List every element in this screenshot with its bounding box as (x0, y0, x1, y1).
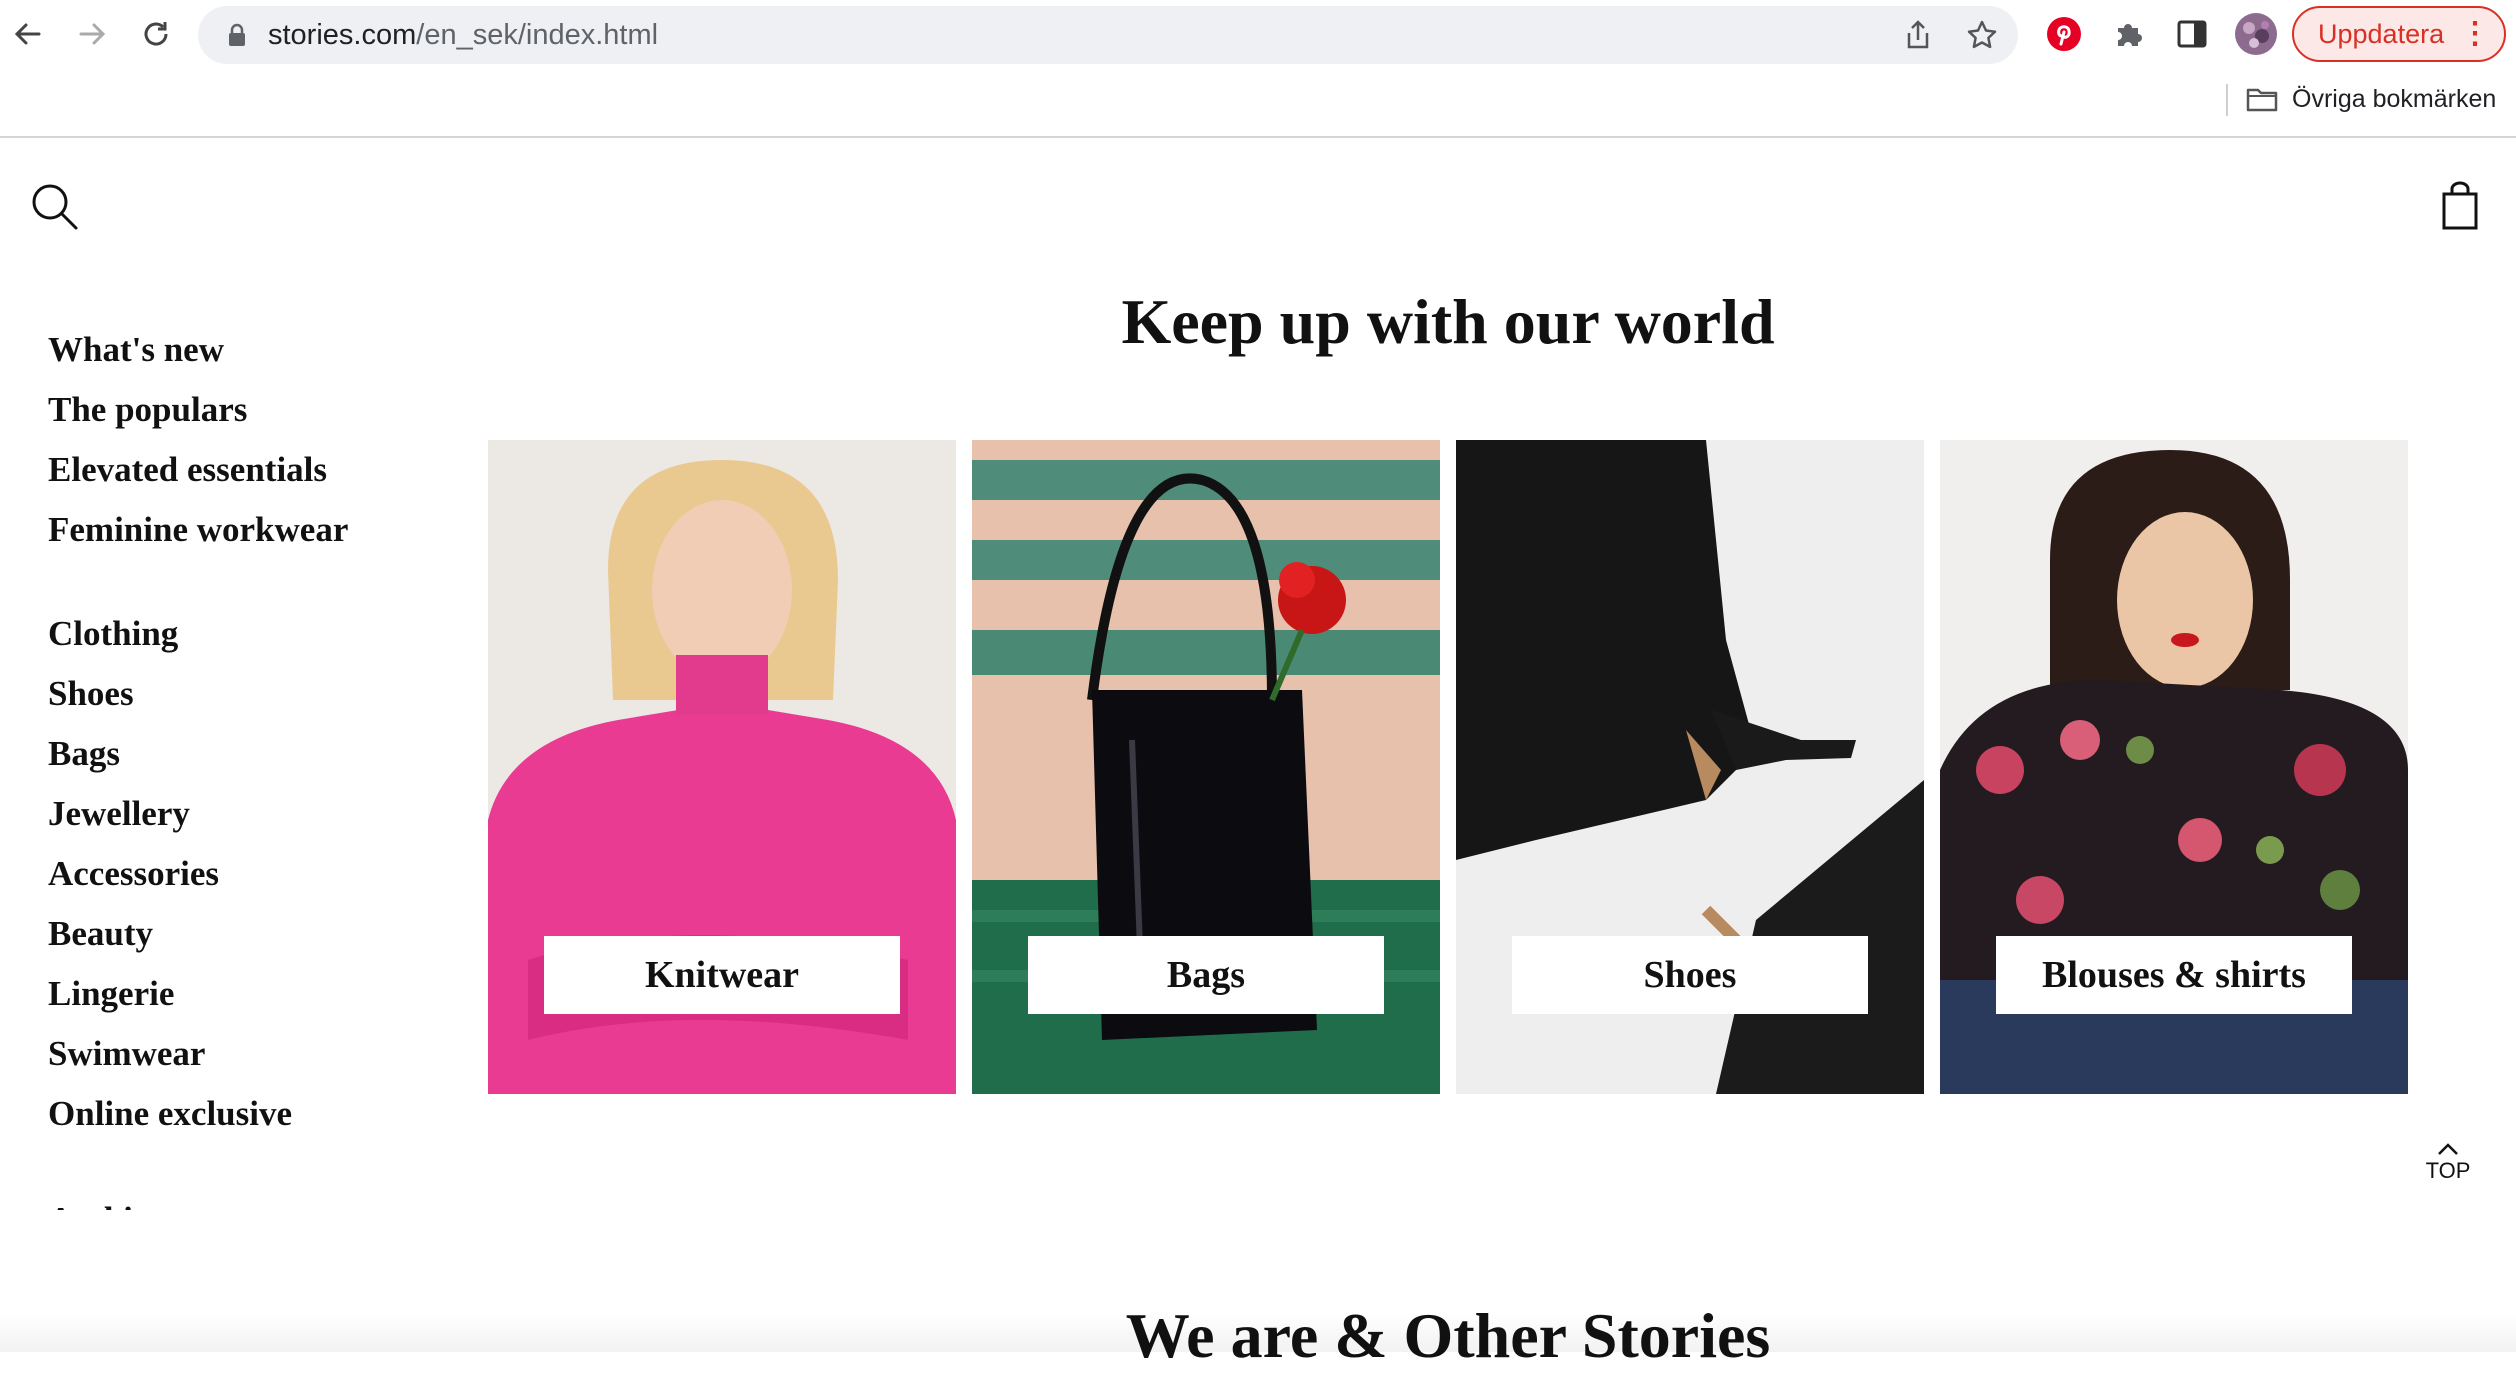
category-card-bags[interactable]: Bags (972, 440, 1440, 1094)
url-text: stories.com/en_sek/index.html (268, 18, 658, 52)
share-button[interactable] (1898, 15, 1938, 55)
nav-elevated-essentials[interactable]: Elevated essentials (48, 440, 408, 500)
blouses-shirts-label[interactable]: Blouses & shirts (1996, 936, 2352, 1014)
back-to-top-button[interactable]: TOP (2416, 1142, 2480, 1184)
folder-icon (2246, 88, 2278, 112)
nav-divider (48, 560, 408, 604)
bags-label[interactable]: Bags (1028, 936, 1384, 1014)
nav-feminine-workwear[interactable]: Feminine workwear (48, 500, 408, 560)
reload-icon (144, 22, 168, 46)
share-icon (1907, 20, 1929, 49)
search-icon (32, 184, 78, 230)
hero-title: Keep up with our world (1121, 286, 1775, 357)
site-search-button[interactable] (30, 182, 80, 232)
nav-the-populars[interactable]: The populars (48, 380, 408, 440)
nav-online-exclusive[interactable]: Online exclusive (48, 1084, 408, 1144)
lock-icon (229, 23, 245, 46)
arrow-left-icon (14, 23, 41, 45)
more-menu-icon[interactable]: ⋮ (2460, 16, 2490, 51)
nav-clothing[interactable]: Clothing (48, 604, 408, 664)
chevron-up-icon (2438, 1143, 2458, 1155)
back-to-top-label: TOP (2425, 1158, 2471, 1183)
other-bookmarks-label: Övriga bokmärken (2292, 84, 2497, 113)
side-navigation: What's new The populars Elevated essenti… (48, 320, 408, 1210)
nav-beauty[interactable]: Beauty (48, 904, 408, 964)
knitwear-label[interactable]: Knitwear (544, 936, 900, 1014)
address-bar[interactable]: stories.com/en_sek/index.html (198, 6, 2018, 64)
other-bookmarks-folder[interactable]: Övriga bokmärken (2246, 80, 2496, 118)
category-card-knitwear[interactable]: Knitwear (488, 440, 956, 1094)
star-icon (1967, 20, 1997, 49)
update-browser-button[interactable]: Uppdatera ⋮ (2292, 6, 2506, 62)
nav-lingerie[interactable]: Lingerie (48, 964, 408, 1024)
url-host: stories.com (268, 19, 417, 51)
profile-button[interactable] (2234, 12, 2278, 56)
reload-button[interactable] (136, 14, 176, 54)
nav-whats-new[interactable]: What's new (48, 320, 408, 380)
url-path: /en_sek/index.html (416, 19, 659, 51)
category-card-shoes[interactable]: Shoes (1456, 440, 1924, 1094)
section-title: We are & Other Stories (1125, 1300, 1771, 1371)
puzzle-icon (2118, 24, 2142, 46)
avatar-icon (2235, 13, 2277, 55)
side-panel-icon (2177, 20, 2207, 48)
nav-archive-cutoff[interactable]: Archive (48, 1190, 408, 1210)
update-label: Uppdatera (2318, 19, 2445, 49)
pinterest-extension-button[interactable] (2044, 14, 2084, 54)
nav-shoes[interactable]: Shoes (48, 664, 408, 724)
shopping-bag-button[interactable] (2440, 180, 2480, 232)
shoes-label[interactable]: Shoes (1512, 936, 1868, 1014)
category-cards: Knitwear Bags Shoes Blouses & shirts (488, 440, 2408, 1094)
shopping-bag-icon (2442, 181, 2478, 230)
nav-swimwear[interactable]: Swimwear (48, 1024, 408, 1084)
nav-bags[interactable]: Bags (48, 724, 408, 784)
bookmark-star-button[interactable] (1962, 15, 2002, 55)
side-panel-button[interactable] (2172, 14, 2212, 54)
pinterest-icon (2047, 17, 2081, 51)
extensions-button[interactable] (2108, 14, 2148, 54)
nav-accessories[interactable]: Accessories (48, 844, 408, 904)
nav-jewellery[interactable]: Jewellery (48, 784, 408, 844)
forward-button[interactable] (72, 14, 112, 54)
category-card-blouses-shirts[interactable]: Blouses & shirts (1940, 440, 2408, 1094)
arrow-right-icon (79, 23, 106, 45)
back-button[interactable] (8, 14, 48, 54)
bookmarks-separator (2226, 84, 2228, 116)
browser-toolbar: stories.com/en_sek/index.html Uppdatera … (0, 0, 2516, 138)
